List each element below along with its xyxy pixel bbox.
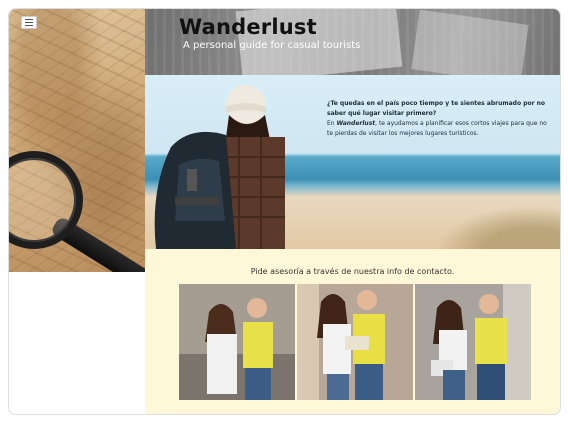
header-paper-decoration: [411, 9, 529, 75]
couple-photo-strip: [179, 284, 531, 400]
hero-brand: Wanderlust: [336, 120, 376, 127]
beach-vegetation: [420, 199, 560, 249]
site-title: Wanderlust: [179, 15, 317, 39]
hamburger-menu-icon[interactable]: [21, 16, 37, 29]
hero-body-prefix: En: [327, 120, 337, 127]
contact-text: Pide asesoría a través de nuestra info d…: [250, 267, 455, 276]
header-banner: Wanderlust A personal guide for casual t…: [145, 9, 560, 75]
site-subtitle: A personal guide for casual tourists: [183, 40, 361, 51]
map-magnifier-image: [9, 9, 145, 272]
couple-photo-3: [415, 284, 531, 400]
hero-text: ¿Te quedas en el país poco tiempo y te s…: [327, 99, 549, 139]
couple-photo-1: [179, 284, 295, 400]
contact-section: Pide asesoría a través de nuestra info d…: [145, 249, 560, 414]
hero-question: ¿Te quedas en el país poco tiempo y te s…: [327, 100, 546, 117]
couple-photo-2: [297, 284, 413, 400]
left-blank-area: [9, 272, 145, 414]
hero-section: ¿Te quedas en el país poco tiempo y te s…: [145, 75, 560, 249]
backpacker-photo: [154, 85, 285, 249]
page-frame: Wanderlust A personal guide for casual t…: [8, 8, 561, 415]
